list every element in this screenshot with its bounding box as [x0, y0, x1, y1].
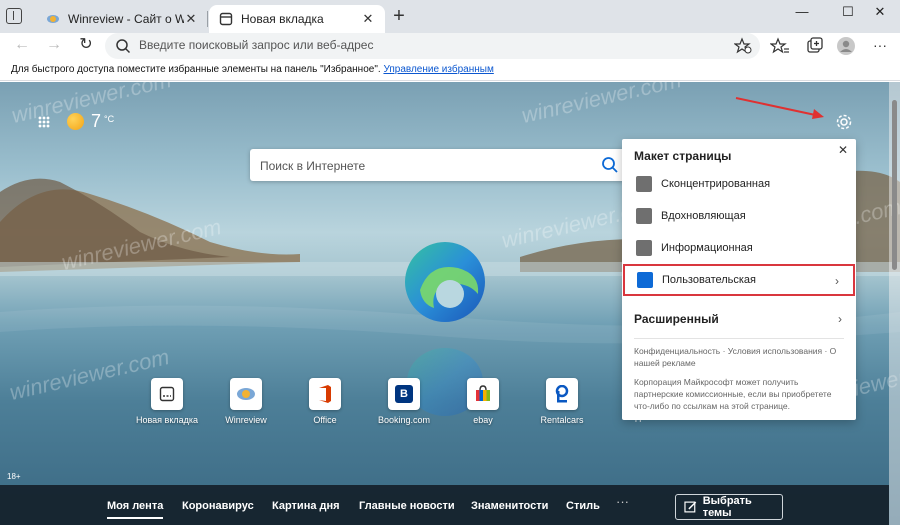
ebay-bag-icon: [467, 378, 499, 410]
layout-option-label: Вдохновляющая: [661, 210, 746, 222]
feed-tab-top-news[interactable]: Главные новости: [359, 500, 455, 512]
tab-winreview[interactable]: Winreview - Сайт о Windows ✕: [36, 5, 208, 33]
web-search-placeholder: Поиск в Интернете: [260, 159, 366, 173]
profile-avatar-icon[interactable]: [836, 36, 856, 56]
rentalcars-icon: [546, 378, 578, 410]
collections-icon[interactable]: [805, 36, 825, 56]
affiliate-disclaimer: Корпорация Майкрософт может получить пар…: [634, 377, 832, 411]
winreview-favicon-icon: [47, 15, 59, 23]
booking-letter: B: [395, 385, 413, 403]
privacy-terms-links[interactable]: Конфиденциальность · Условия использован…: [634, 345, 846, 369]
quick-link-label: Office: [313, 415, 337, 425]
add-favorite-star-icon[interactable]: [734, 37, 752, 55]
page-layout-title: Макет страницы: [634, 149, 732, 163]
new-tab-button[interactable]: +: [391, 6, 407, 27]
layout-option-inspirational[interactable]: Вдохновляющая: [622, 200, 856, 232]
advanced-settings-link[interactable]: Расширенный: [634, 312, 719, 326]
favorites-bar-hint: Для быстрого доступа поместите избранные…: [11, 64, 381, 75]
quick-link-office[interactable]: Office: [285, 378, 365, 425]
chevron-right-icon: ›: [838, 312, 842, 326]
tab-title: Winreview - Сайт о Windows: [68, 12, 184, 26]
custom-layout-pencil-icon: [637, 272, 653, 288]
edge-logo-icon: [405, 242, 485, 416]
quick-link-winreview[interactable]: Winreview: [206, 378, 286, 425]
layout-option-label: Сконцентрированная: [661, 178, 771, 190]
office-icon: [309, 378, 341, 410]
tab-title: Новая вкладка: [241, 12, 324, 26]
feed-tab-style[interactable]: Стиль: [566, 500, 600, 512]
layout-option-focused[interactable]: Сконцентрированная: [622, 168, 856, 200]
search-icon: [116, 39, 131, 54]
chevron-right-icon: ›: [835, 274, 839, 288]
focused-layout-icon: [636, 176, 652, 192]
favorites-bar: Для быстрого доступа поместите избранные…: [0, 59, 900, 81]
inspirational-layout-icon: [636, 208, 652, 224]
close-panel-icon[interactable]: ✕: [838, 143, 848, 157]
feed-tab-coronavirus[interactable]: Коронавирус: [182, 500, 254, 512]
close-tab-icon[interactable]: ✕: [361, 11, 375, 27]
refresh-icon[interactable]: ↻: [75, 35, 97, 57]
tab-new-tab[interactable]: Новая вкладка ✕: [209, 5, 385, 33]
address-bar[interactable]: Введите поисковый запрос или веб-адрес: [105, 33, 760, 59]
feed-more-icon[interactable]: ···: [616, 494, 629, 509]
forward-arrow-icon[interactable]: →: [43, 35, 65, 57]
weather-unit: °C: [104, 114, 115, 124]
layout-option-label: Информационная: [661, 242, 753, 254]
weather-temperature[interactable]: 7: [91, 111, 101, 132]
news-feed-bar: Моя лента Коронавирус Картина дня Главны…: [0, 485, 889, 525]
age-rating-badge: 18+: [7, 472, 21, 481]
layout-option-label: Пользовательская: [662, 274, 757, 286]
layout-option-custom[interactable]: Пользовательская ›: [623, 264, 855, 296]
feed-tab-picture-of-day[interactable]: Картина дня: [272, 500, 340, 512]
layout-option-informational[interactable]: Информационная: [622, 232, 856, 264]
feed-tab-celebrities[interactable]: Знаменитости: [471, 500, 548, 512]
back-arrow-icon[interactable]: ←: [11, 35, 33, 57]
page-layout-panel: Макет страницы ✕ Сконцентрированная Вдох…: [622, 139, 856, 420]
quick-link-new-tab[interactable]: Новая вкладка: [127, 378, 207, 425]
search-icon[interactable]: [601, 156, 619, 174]
annotation-arrow: [735, 97, 824, 119]
web-search-box[interactable]: Поиск в Интернете: [250, 149, 625, 181]
page-scrollbar[interactable]: [889, 82, 900, 525]
more-menu-icon[interactable]: ···: [870, 36, 890, 56]
page-settings-gear-icon[interactable]: [835, 113, 853, 131]
feed-tab-my-feed[interactable]: Моя лента: [107, 500, 164, 519]
winreview-icon: [230, 378, 262, 410]
minimize-button[interactable]: —: [782, 4, 822, 24]
tab-separator: [207, 11, 208, 27]
favorites-icon[interactable]: [770, 36, 790, 56]
quick-link-label: Rentalcars: [540, 415, 584, 425]
browser-toolbar: ← → ↻ Введите поисковый запрос или веб-а…: [0, 33, 900, 59]
quick-link-ebay[interactable]: ebay: [443, 378, 523, 425]
choose-topics-label: Выбрать темы: [702, 495, 752, 519]
scrollbar-thumb[interactable]: [892, 100, 897, 270]
close-window-button[interactable]: ✕: [860, 4, 900, 24]
tab-actions-icon[interactable]: [6, 8, 22, 24]
new-tab-icon: [151, 378, 183, 410]
quick-link-label: ebay: [473, 415, 493, 425]
manage-favorites-link[interactable]: Управление избранным: [383, 64, 493, 75]
informational-layout-icon: [636, 240, 652, 256]
tab-strip: Winreview - Сайт о Windows ✕ Новая вклад…: [0, 0, 900, 33]
quick-link-label: Новая вкладка: [135, 415, 199, 425]
address-placeholder: Введите поисковый запрос или веб-адрес: [139, 38, 374, 52]
quick-link-booking[interactable]: B Booking.com: [364, 378, 444, 425]
quick-link-label: Booking.com: [377, 415, 431, 425]
choose-topics-button[interactable]: Выбрать темы: [675, 494, 783, 520]
new-tab-favicon-icon: [219, 12, 233, 26]
quick-link-label: Winreview: [225, 415, 267, 425]
divider: [634, 338, 844, 339]
close-tab-icon[interactable]: ✕: [184, 11, 198, 27]
quick-link-rentalcars[interactable]: Rentalcars: [522, 378, 602, 425]
pencil-icon: [684, 501, 697, 513]
booking-icon: B: [388, 378, 420, 410]
